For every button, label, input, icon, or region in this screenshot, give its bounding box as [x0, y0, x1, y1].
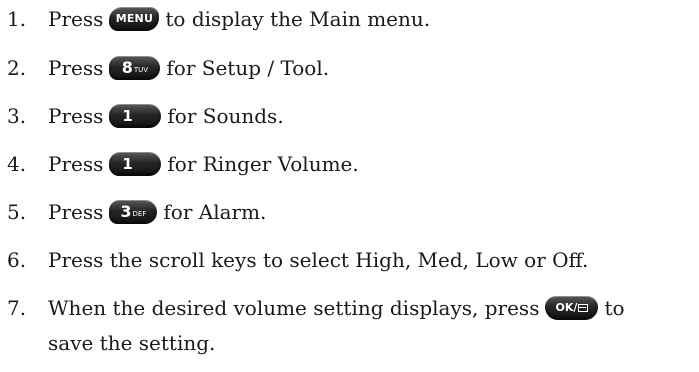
key-1-icon: 1 — [109, 151, 162, 176]
key-label: 8 — [121, 57, 133, 77]
step-number: 4. — [7, 152, 27, 176]
step-number: 7. — [7, 296, 27, 320]
step-text-after: to display the Main menu. — [165, 7, 431, 31]
step-number: 2. — [7, 56, 27, 80]
step-text-before: Press — [48, 200, 104, 224]
key-label: MENU — [115, 11, 154, 25]
step-text-after: for Alarm. — [163, 200, 267, 224]
step-number: 1. — [7, 7, 27, 31]
menu-key-icon: MENU — [109, 6, 160, 31]
step-text: When the desired volume setting displays… — [48, 294, 698, 322]
envelope-icon — [578, 303, 589, 312]
key-3-def-icon: 3DEF — [109, 199, 158, 224]
step-text-before: When the desired volume setting displays… — [48, 296, 540, 320]
step-number: 3. — [7, 104, 27, 128]
step-text-after: for Sounds. — [167, 104, 284, 128]
step-text: Press 8TUV for Setup / Tool. — [48, 54, 698, 82]
step-text-before: Press — [48, 152, 104, 176]
key-label: 1 — [122, 154, 133, 173]
ok-mail-key-icon: OK/ — [545, 295, 599, 320]
key-label: 1 — [122, 106, 133, 125]
step-text: Press MENU to display the Main menu. — [48, 5, 698, 33]
key-1-icon: 1 — [109, 103, 162, 128]
step-text-continuation: save the setting. — [48, 331, 216, 355]
step-text-after: to — [604, 296, 625, 320]
key-sublabel: DEF — [132, 209, 147, 218]
step-text-after: for Setup / Tool. — [166, 56, 330, 80]
step-text-before: Press — [48, 56, 104, 80]
step-text: Press 1 for Sounds. — [48, 102, 698, 130]
step-text: Press the scroll keys to select High, Me… — [48, 248, 589, 272]
step-text-before: Press — [48, 104, 104, 128]
key-label: 3 — [120, 201, 132, 221]
step-text: Press 3DEF for Alarm. — [48, 198, 698, 226]
key-label: OK/ — [555, 300, 578, 314]
key-sublabel: TUV — [133, 65, 149, 74]
step-number: 5. — [7, 200, 27, 224]
step-text-after: for Ringer Volume. — [167, 152, 359, 176]
step-number: 6. — [7, 248, 27, 272]
key-8-tuv-icon: 8TUV — [109, 55, 161, 80]
step-text: Press 1 for Ringer Volume. — [48, 150, 698, 178]
step-text-before: Press — [48, 7, 104, 31]
